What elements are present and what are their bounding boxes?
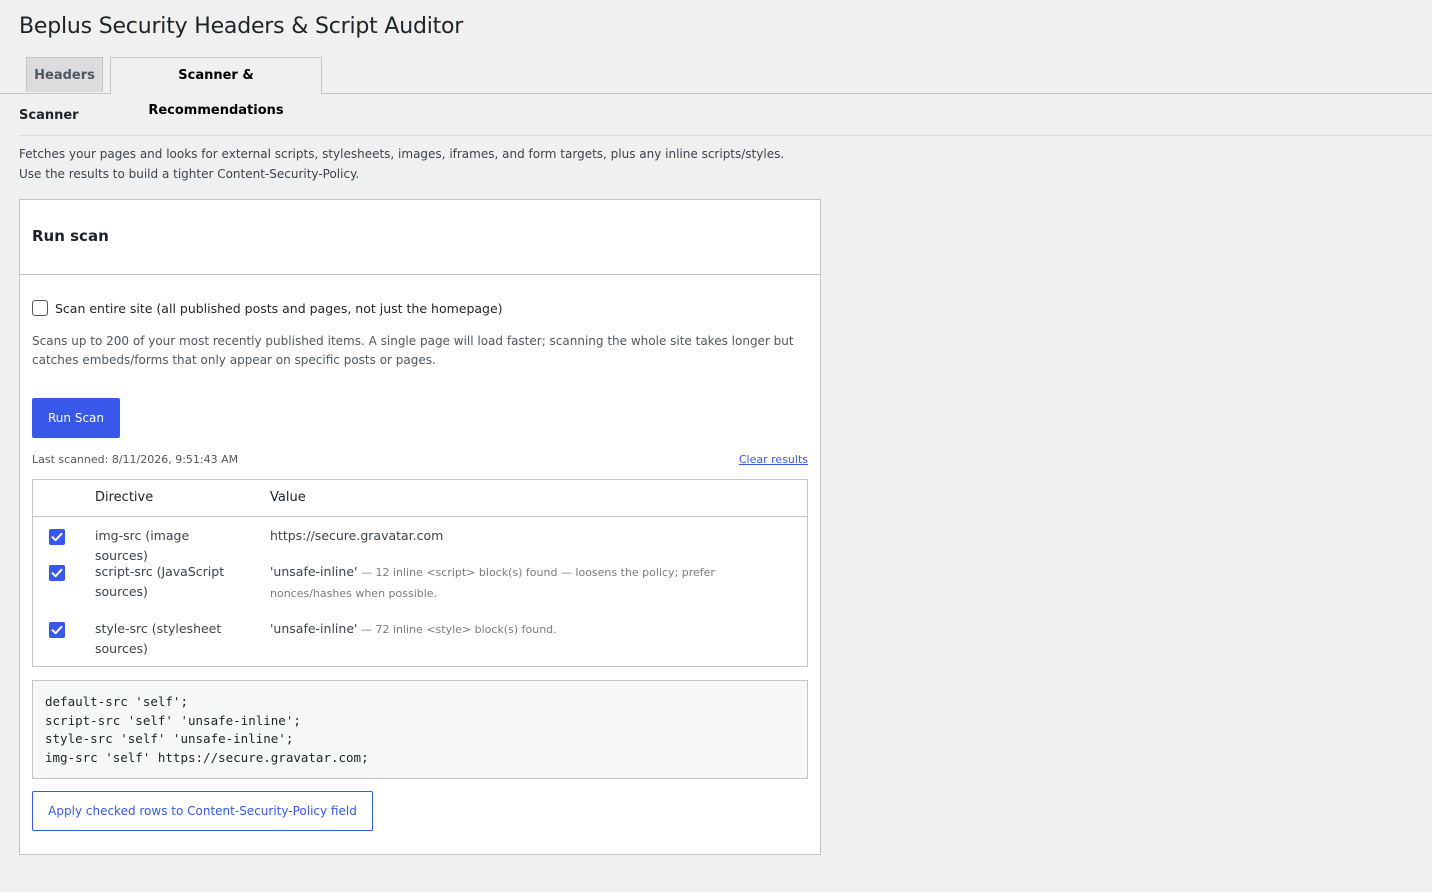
section-title: Scanner bbox=[19, 108, 79, 123]
scan-entire-site-label[interactable]: Scan entire site (all published posts an… bbox=[55, 301, 503, 316]
row-value: https://secure.gravatar.com bbox=[270, 526, 795, 546]
row-directive: script-src (JavaScript sources) bbox=[95, 564, 225, 599]
card-header: Run scan bbox=[20, 200, 820, 275]
scan-note: Scans up to 200 of your most recently pu… bbox=[32, 334, 794, 367]
checkmark-icon bbox=[51, 532, 63, 542]
column-header-value: Value bbox=[270, 490, 306, 505]
section-divider bbox=[19, 135, 1432, 136]
scan-entire-site-option[interactable]: Scan entire site (all published posts an… bbox=[32, 300, 503, 316]
row-value-text: 'unsafe-inline' bbox=[270, 564, 358, 579]
run-scan-card: Run scan Scan entire site (all published… bbox=[19, 199, 821, 855]
card-title: Run scan bbox=[32, 227, 109, 245]
row-value: 'unsafe-inline' — 72 inline <style> bloc… bbox=[270, 619, 795, 640]
scan-entire-site-checkbox[interactable] bbox=[32, 300, 48, 316]
row-checkbox[interactable] bbox=[49, 565, 65, 581]
tab-headers[interactable]: Headers bbox=[26, 57, 103, 92]
checkmark-icon bbox=[51, 625, 63, 635]
clear-results-link[interactable]: Clear results bbox=[739, 453, 808, 466]
recommendations-table: Directive Value img-src (image sources) … bbox=[32, 479, 808, 667]
row-directive: img-src (image sources) bbox=[95, 528, 190, 563]
column-header-directive: Directive bbox=[95, 490, 154, 505]
row-directive: style-src (stylesheet sources) bbox=[95, 621, 222, 656]
row-value-note: — 72 inline <style> block(s) found. bbox=[357, 623, 557, 636]
tab-scanner-recommendations[interactable]: Scanner & Recommendations bbox=[110, 57, 322, 118]
apply-checked-rows-button[interactable]: Apply checked rows to Content-Security-P… bbox=[32, 791, 373, 831]
page-title: Beplus Security Headers & Script Auditor bbox=[19, 14, 464, 39]
row-value-text: 'unsafe-inline' bbox=[270, 621, 358, 636]
policy-preview: default-src 'self'; script-src 'self' 'u… bbox=[32, 680, 808, 779]
row-checkbox[interactable] bbox=[49, 622, 65, 638]
section-description: Fetches your pages and looks for externa… bbox=[19, 147, 785, 181]
row-value-text: https://secure.gravatar.com bbox=[270, 528, 444, 543]
last-scanned-text: Last scanned: 8/11/2026, 9:51:43 AM bbox=[32, 453, 239, 466]
row-value: 'unsafe-inline' — 12 inline <script> blo… bbox=[270, 562, 795, 604]
run-scan-button[interactable]: Run Scan bbox=[32, 398, 120, 438]
checkmark-icon bbox=[51, 568, 63, 578]
table-header: Directive Value bbox=[33, 480, 807, 517]
tab-bar: Headers Scanner & Recommendations bbox=[0, 57, 1432, 118]
row-checkbox[interactable] bbox=[49, 529, 65, 545]
